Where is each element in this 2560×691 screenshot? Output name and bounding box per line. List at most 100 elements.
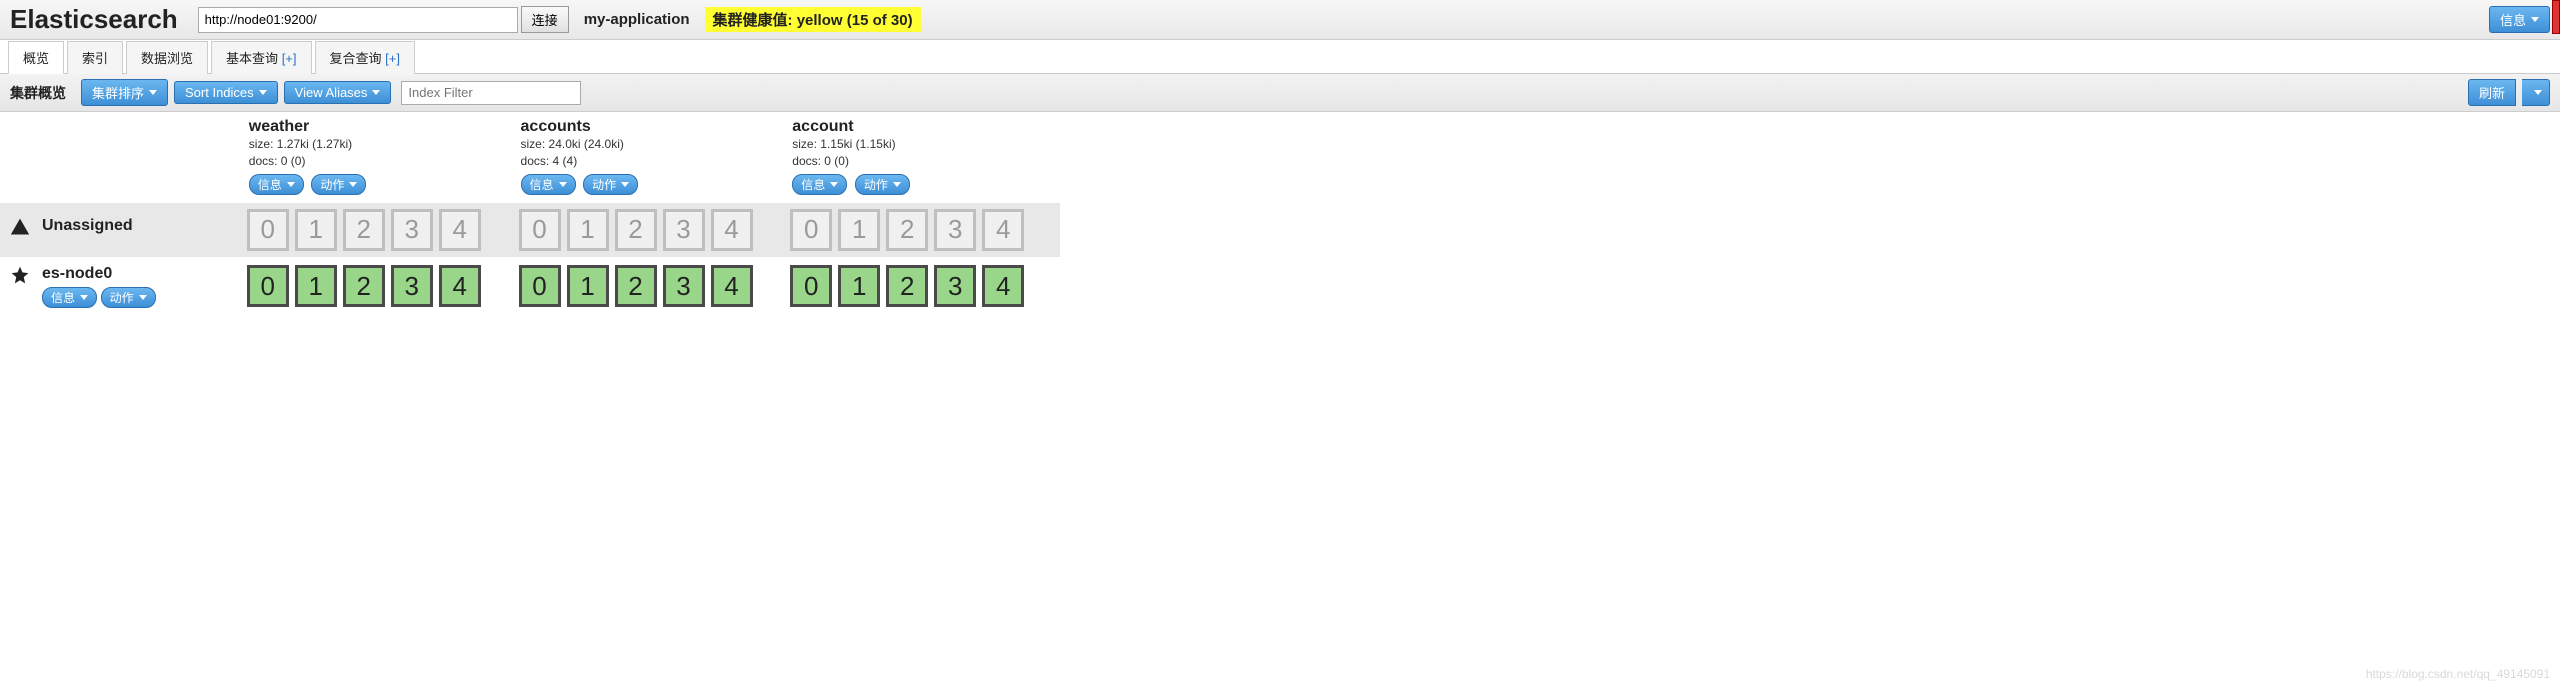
shard-box[interactable]: 1 [567, 265, 609, 307]
index-action-button[interactable]: 动作 [311, 174, 366, 195]
shard-box[interactable]: 0 [247, 265, 289, 307]
refresh-button[interactable]: 刷新 [2468, 79, 2516, 106]
shard-box[interactable]: 2 [886, 209, 928, 251]
caret-down-icon [2534, 90, 2542, 95]
node-info-button[interactable]: 信息 [42, 287, 97, 308]
tab-compound-query-label: 复合查询 [330, 51, 382, 66]
shard-box[interactable]: 3 [391, 265, 433, 307]
unassigned-label: Unassigned [42, 217, 133, 235]
index-name[interactable]: weather [249, 118, 513, 136]
tab-overview[interactable]: 概览 [8, 41, 64, 74]
shard-box[interactable]: 0 [519, 209, 561, 251]
view-label: 集群概览 [10, 83, 66, 103]
shard-box[interactable]: 0 [247, 209, 289, 251]
refresh-caret-button[interactable] [2522, 79, 2550, 106]
tab-basic-query[interactable]: 基本查询 [+] [211, 41, 311, 74]
connect-url-input[interactable] [198, 7, 518, 33]
cluster-sort-label: 集群排序 [92, 83, 144, 102]
shards-account-unassigned: 0 1 2 3 4 [788, 203, 1060, 257]
shards-accounts-node0: 0 1 2 3 4 [517, 259, 789, 313]
caret-down-icon [349, 182, 357, 187]
caret-down-icon [893, 182, 901, 187]
cluster-health-badge: 集群健康值: yellow (15 of 30) [705, 7, 921, 32]
caret-down-icon [139, 295, 147, 300]
index-info-button[interactable]: 信息 [521, 174, 576, 195]
index-size: size: 1.15ki (1.15ki) [792, 136, 1056, 153]
shard-box[interactable]: 4 [439, 209, 481, 251]
caret-down-icon [149, 90, 157, 95]
index-docs: docs: 4 (4) [521, 153, 785, 170]
index-docs: docs: 0 (0) [249, 153, 513, 170]
cluster-sort-button[interactable]: 集群排序 [81, 79, 168, 106]
shard-box[interactable]: 0 [519, 265, 561, 307]
shard-box[interactable]: 3 [391, 209, 433, 251]
shard-box[interactable]: 0 [790, 265, 832, 307]
star-icon [10, 265, 32, 291]
tab-browse[interactable]: 数据浏览 [126, 41, 208, 74]
caret-down-icon [259, 90, 267, 95]
node-name[interactable]: es-node0 [42, 265, 156, 283]
caret-down-icon [621, 182, 629, 187]
tab-basic-query-plus[interactable]: [+] [282, 51, 297, 66]
shard-box[interactable]: 1 [295, 265, 337, 307]
connect-button[interactable]: 连接 [521, 6, 569, 33]
tab-bar: 概览 索引 数据浏览 基本查询 [+] 复合查询 [+] [0, 40, 2560, 74]
shards-weather-unassigned: 0 1 2 3 4 [245, 203, 517, 257]
tab-basic-query-label: 基本查询 [226, 51, 278, 66]
index-info-button[interactable]: 信息 [249, 174, 304, 195]
shard-box[interactable]: 2 [615, 209, 657, 251]
shard-box[interactable]: 1 [295, 209, 337, 251]
node-row-es-node0: es-node0 信息 动作 0 1 2 3 4 0 1 2 3 4 0 1 2 [0, 257, 1060, 316]
index-filter-input[interactable] [401, 81, 581, 105]
shards-weather-node0: 0 1 2 3 4 [245, 259, 517, 313]
shard-box[interactable]: 2 [343, 265, 385, 307]
shard-box[interactable]: 2 [343, 209, 385, 251]
index-name[interactable]: account [792, 118, 1056, 136]
view-aliases-button[interactable]: View Aliases [284, 81, 392, 104]
shard-box[interactable]: 3 [663, 209, 705, 251]
shard-box[interactable]: 3 [934, 265, 976, 307]
refresh-split-button[interactable]: 刷新 [2468, 79, 2550, 106]
index-info-button[interactable]: 信息 [792, 174, 847, 195]
shard-box[interactable]: 4 [982, 265, 1024, 307]
shard-box[interactable]: 3 [663, 265, 705, 307]
shard-box[interactable]: 2 [615, 265, 657, 307]
view-aliases-label: View Aliases [295, 85, 368, 100]
shard-box[interactable]: 2 [886, 265, 928, 307]
shard-box[interactable]: 4 [711, 265, 753, 307]
index-header-accounts: accounts size: 24.0ki (24.0ki) docs: 4 (… [517, 112, 789, 203]
shard-box[interactable]: 1 [838, 209, 880, 251]
tab-indices[interactable]: 索引 [67, 41, 123, 74]
tab-compound-query[interactable]: 复合查询 [+] [315, 41, 415, 74]
index-action-button[interactable]: 动作 [583, 174, 638, 195]
info-button-label: 信息 [2500, 10, 2526, 29]
info-button[interactable]: 信息 [2489, 6, 2550, 33]
right-edge-marker [2552, 0, 2560, 34]
index-header-weather: weather size: 1.27ki (1.27ki) docs: 0 (0… [245, 112, 517, 203]
shard-box[interactable]: 1 [838, 265, 880, 307]
tab-compound-query-plus[interactable]: [+] [385, 51, 400, 66]
caret-down-icon [372, 90, 380, 95]
index-header-account: account size: 1.15ki (1.15ki) docs: 0 (0… [788, 112, 1060, 203]
cluster-name: my-application [584, 11, 690, 28]
shard-box[interactable]: 4 [439, 265, 481, 307]
watermark: https://blog.csdn.net/qq_49145091 [2366, 667, 2550, 681]
shard-box[interactable]: 4 [711, 209, 753, 251]
index-name[interactable]: accounts [521, 118, 785, 136]
index-docs: docs: 0 (0) [792, 153, 1056, 170]
node-action-button[interactable]: 动作 [101, 287, 156, 308]
caret-down-icon [287, 182, 295, 187]
caret-down-icon [2531, 17, 2539, 22]
index-action-button[interactable]: 动作 [855, 174, 910, 195]
sort-indices-label: Sort Indices [185, 85, 254, 100]
shards-accounts-unassigned: 0 1 2 3 4 [517, 203, 789, 257]
caret-down-icon [80, 295, 88, 300]
shard-box[interactable]: 4 [982, 209, 1024, 251]
app-title: Elasticsearch [10, 4, 178, 35]
sort-indices-button[interactable]: Sort Indices [174, 81, 278, 104]
shard-box[interactable]: 3 [934, 209, 976, 251]
caret-down-icon [559, 182, 567, 187]
unassigned-row: Unassigned 0 1 2 3 4 0 1 2 3 4 0 1 2 3 4 [0, 203, 1060, 257]
shard-box[interactable]: 1 [567, 209, 609, 251]
shard-box[interactable]: 0 [790, 209, 832, 251]
